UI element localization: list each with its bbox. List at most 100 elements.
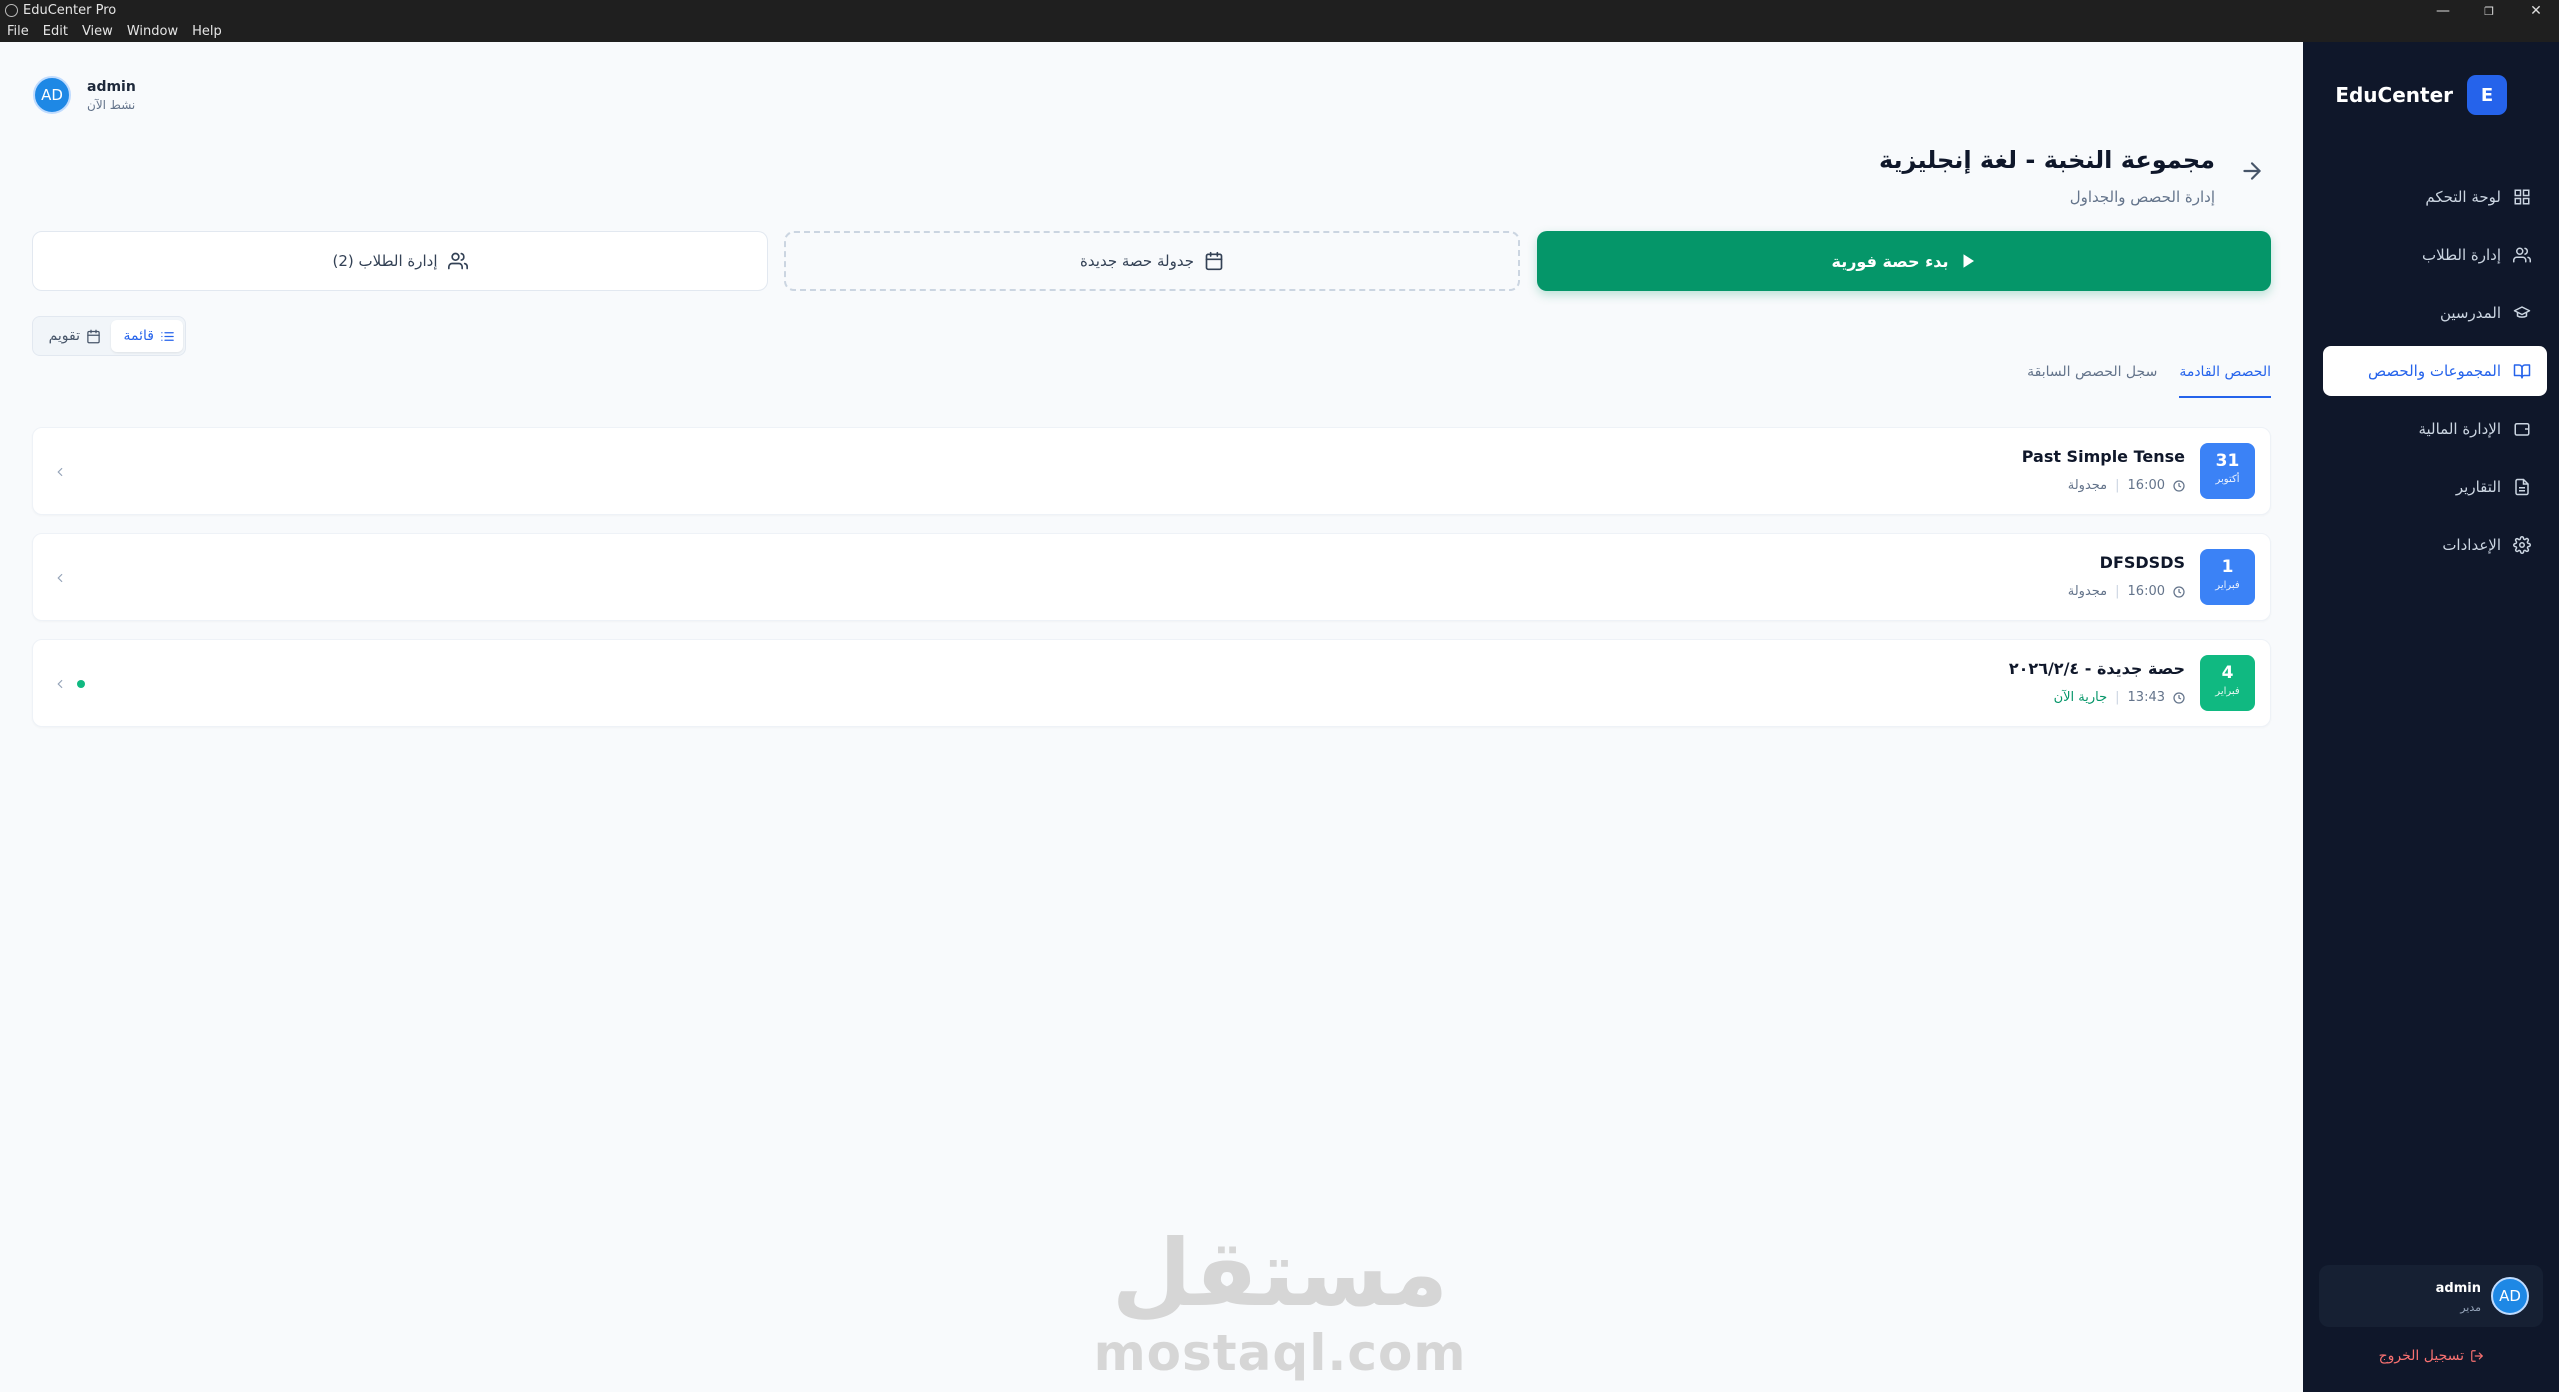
minimize-button[interactable]: — <box>2420 0 2466 22</box>
user-status: نشط الآن <box>87 97 136 112</box>
session-meta: 13:43 | جارية الآن <box>2054 690 2185 705</box>
calendar-icon <box>87 329 100 343</box>
calendar-view-toggle[interactable]: تقويم <box>37 320 109 352</box>
list-view-toggle[interactable]: قائمة <box>111 320 183 352</box>
restore-button[interactable]: ❐ <box>2466 0 2512 22</box>
sidebar-user-card[interactable]: AD admin مدير <box>2319 1265 2543 1327</box>
sidebar-item-label: إدارة الطلاب <box>2422 246 2501 264</box>
tab-upcoming-sessions[interactable]: الحصص القادمة <box>2179 356 2271 398</box>
wallet-icon <box>2514 423 2530 436</box>
schedule-session-label: جدولة حصة جديدة <box>1080 252 1194 270</box>
session-card[interactable]: 31 أكتوبر Past Simple Tense 16:00 | مجدو… <box>32 427 2271 515</box>
sidebar-item-label: لوحة التحكم <box>2425 188 2501 206</box>
sidebar-item-label: التقارير <box>2455 478 2501 496</box>
action-row: إدارة الطلاب (2) جدولة حصة جديدة بدء حصة… <box>32 231 2271 291</box>
menu-view[interactable]: View <box>82 24 113 39</box>
view-toggle: قائمة تقويم <box>32 316 186 356</box>
brand-name: EduCenter <box>2335 83 2453 107</box>
sidebar-item-label: المدرسين <box>2439 304 2501 322</box>
session-state: مجدولة <box>2067 584 2108 599</box>
sidebar-item-label: المجموعات والحصص <box>2368 362 2501 380</box>
session-title: حصة جديدة - ٢٠٢٦/٢/٤ <box>2008 659 2185 678</box>
close-window-button[interactable]: ✕ <box>2513 0 2559 22</box>
sidebar-item-dashboard[interactable]: لوحة التحكم <box>2323 172 2547 222</box>
meta-separator: | <box>2115 690 2120 705</box>
sidebar-item-students[interactable]: إدارة الطلاب <box>2323 230 2547 280</box>
calendar-view-label: تقويم <box>48 328 80 344</box>
meta-separator: | <box>2115 478 2120 493</box>
schedule-session-button[interactable]: جدولة حصة جديدة <box>784 231 1520 291</box>
menu-window[interactable]: Window <box>127 24 178 39</box>
logout-label: تسجيل الخروج <box>2378 1348 2464 1364</box>
clock-icon <box>2173 585 2185 598</box>
window-title: EduCenter Pro <box>23 3 117 18</box>
session-month: أكتوبر <box>2215 474 2240 485</box>
tab-past-sessions[interactable]: سجل الحصص السابقة <box>2027 356 2157 398</box>
session-title: Past Simple Tense <box>2021 447 2185 466</box>
session-meta: 16:00 | مجدولة <box>2068 584 2185 599</box>
avatar: AD <box>2491 1277 2529 1315</box>
sidebar-item-label: الإدارة المالية <box>2418 420 2501 438</box>
session-state: جارية الآن <box>2053 690 2108 705</box>
logout-icon <box>2471 1350 2484 1362</box>
sidebar-item-finance[interactable]: الإدارة المالية <box>2323 404 2547 454</box>
session-month: فبراير <box>2215 580 2240 591</box>
file-text-icon <box>2515 478 2529 496</box>
chevron-left-icon[interactable] <box>53 675 67 693</box>
session-card[interactable]: 4 فبراير حصة جديدة - ٢٠٢٦/٢/٤ 13:43 | جا… <box>32 639 2271 727</box>
page-subtitle: إدارة الحصص والجداول <box>2069 188 2215 206</box>
session-date-badge: 4 فبراير <box>2200 655 2255 711</box>
back-arrow-icon[interactable] <box>2239 158 2265 184</box>
main-content: AD admin نشط الآن مجموعة النخبة - لغة إن… <box>0 42 2303 1392</box>
logout-button[interactable]: تسجيل الخروج <box>2379 1348 2484 1364</box>
sidebar-item-teachers[interactable]: المدرسين <box>2323 288 2547 338</box>
list-view-label: قائمة <box>123 328 154 344</box>
watermark-arabic: مستقل <box>1111 1220 1449 1327</box>
start-instant-session-label: بدء حصة فورية <box>1831 251 1949 271</box>
brand: E EduCenter <box>2335 75 2507 115</box>
sidebar-nav: لوحة التحكم إدارة الطلاب المدرسين المجمو… <box>2323 172 2547 578</box>
sidebar-item-groups[interactable]: المجموعات والحصص <box>2323 346 2547 396</box>
start-instant-session-button[interactable]: بدء حصة فورية <box>1537 231 2271 291</box>
menu-file[interactable]: File <box>7 24 29 39</box>
gear-icon <box>2513 536 2531 554</box>
menu-edit[interactable]: Edit <box>43 24 68 39</box>
brand-logo: E <box>2467 75 2507 115</box>
watermark-latin: mostaql.com <box>1093 1324 1467 1382</box>
manage-students-button[interactable]: إدارة الطلاب (2) <box>32 231 768 291</box>
menu-help[interactable]: Help <box>192 24 222 39</box>
sidebar-user-role: مدير <box>2460 1301 2481 1314</box>
session-day: 1 <box>2221 557 2234 577</box>
page-title: مجموعة النخبة - لغة إنجليزية <box>1878 146 2215 174</box>
chevron-left-icon[interactable] <box>53 569 67 587</box>
avatar: AD <box>33 76 71 114</box>
session-day: 31 <box>2215 451 2240 471</box>
session-time: 13:43 <box>2127 690 2165 705</box>
sidebar-item-label: الإعدادات <box>2442 536 2501 554</box>
chevron-left-icon[interactable] <box>53 463 67 481</box>
book-open-icon <box>2513 364 2531 379</box>
dashboard-icon <box>2514 189 2530 205</box>
calendar-icon <box>1205 251 1223 271</box>
session-day: 4 <box>2221 663 2234 683</box>
clock-icon <box>2173 479 2185 492</box>
menu-bar: File Edit View Window Help <box>7 24 222 39</box>
users-icon <box>447 252 468 270</box>
session-date-badge: 1 فبراير <box>2200 549 2255 605</box>
play-icon <box>1963 254 1974 268</box>
graduation-cap-icon <box>2513 306 2531 318</box>
sidebar-item-settings[interactable]: الإعدادات <box>2323 520 2547 570</box>
session-title: DFSDSDS <box>2099 553 2185 572</box>
session-state: مجدولة <box>2067 478 2108 493</box>
sidebar-item-reports[interactable]: التقارير <box>2323 462 2547 512</box>
header-user-chip[interactable]: AD admin نشط الآن <box>33 76 136 114</box>
sessions-list: 31 أكتوبر Past Simple Tense 16:00 | مجدو… <box>32 427 2271 745</box>
session-card[interactable]: 1 فبراير DFSDSDS 16:00 | مجدولة <box>32 533 2271 621</box>
session-date-badge: 31 أكتوبر <box>2200 443 2255 499</box>
meta-separator: | <box>2115 584 2120 599</box>
sidebar: E EduCenter لوحة التحكم إدارة الطلاب الم… <box>2303 42 2559 1392</box>
session-month: فبراير <box>2215 686 2240 697</box>
app-icon <box>5 4 18 17</box>
session-meta: 16:00 | مجدولة <box>2068 478 2185 493</box>
session-time: 16:00 <box>2127 584 2165 599</box>
